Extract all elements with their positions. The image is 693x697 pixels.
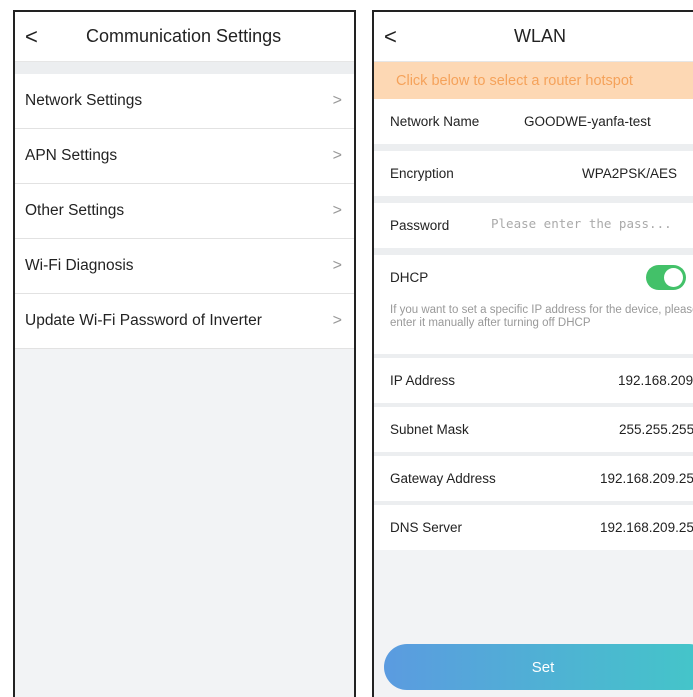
back-icon[interactable]: < [25, 24, 38, 50]
apn-settings-item[interactable]: APN Settings > [15, 129, 354, 184]
ip-address-value[interactable]: 192.168.209. [618, 373, 693, 388]
encryption-row[interactable]: Encryption WPA2PSK/AES ⌄ [374, 151, 693, 196]
menu-item-label: Wi-Fi Diagnosis [25, 257, 134, 274]
row-label: IP Address [390, 373, 456, 388]
select-hotspot-banner[interactable]: Click below to select a router hotspot [374, 62, 693, 99]
dhcp-toggle[interactable] [646, 265, 686, 290]
toggle-knob [664, 268, 683, 287]
password-input[interactable] [491, 216, 693, 231]
back-icon[interactable]: < [384, 24, 397, 50]
subnet-mask-row: Subnet Mask 255.255.255. [374, 407, 693, 452]
row-label: Password [390, 218, 450, 233]
row-label: DHCP [390, 270, 429, 285]
set-button[interactable]: Set [384, 644, 693, 690]
divider [15, 62, 354, 74]
row-label: Encryption [390, 166, 454, 181]
menu-item-label: APN Settings [25, 147, 118, 164]
network-name-value: GOODWE-yanfa-test [524, 114, 651, 129]
chevron-right-icon: > [332, 147, 342, 164]
chevron-right-icon: > [332, 92, 342, 109]
dhcp-row: DHCP [374, 255, 693, 300]
password-row: Password ✕ [374, 203, 693, 248]
gateway-address-value[interactable]: 192.168.209.25 [600, 471, 693, 486]
network-settings-item[interactable]: Network Settings > [15, 74, 354, 129]
nav-bar: < Communication Settings [15, 12, 354, 62]
menu-item-label: Network Settings [25, 92, 143, 109]
subnet-mask-value[interactable]: 255.255.255. [619, 422, 693, 437]
nav-bar: < WLAN [374, 12, 693, 62]
page-title: WLAN [514, 26, 567, 46]
dns-server-value[interactable]: 192.168.209.25 [600, 520, 693, 535]
chevron-right-icon: > [332, 257, 342, 274]
divider [374, 248, 693, 255]
wifi-diagnosis-item[interactable]: Wi-Fi Diagnosis > [15, 239, 354, 294]
row-label: Network Name [390, 114, 480, 129]
wlan-screen: < WLAN Click below to select a router ho… [372, 10, 693, 697]
dns-server-row: DNS Server 192.168.209.25 [374, 505, 693, 550]
chevron-right-icon: > [332, 202, 342, 219]
dhcp-hint-text: If you want to set a specific IP address… [374, 300, 693, 354]
gateway-address-row: Gateway Address 192.168.209.25 [374, 456, 693, 501]
page-title: Communication Settings [86, 26, 282, 46]
update-wifi-password-item[interactable]: Update Wi-Fi Password of Inverter > [15, 294, 354, 349]
menu-item-label: Update Wi-Fi Password of Inverter [25, 312, 262, 329]
chevron-right-icon: > [332, 312, 342, 329]
divider [374, 196, 693, 203]
menu-item-label: Other Settings [25, 202, 125, 219]
divider [374, 144, 693, 151]
other-settings-item[interactable]: Other Settings > [15, 184, 354, 239]
network-name-row[interactable]: Network Name GOODWE-yanfa-test ⌄ [374, 99, 693, 144]
encryption-value: WPA2PSK/AES [582, 166, 678, 181]
row-label: DNS Server [390, 520, 463, 535]
row-label: Subnet Mask [390, 422, 469, 437]
communication-settings-screen: < Communication Settings Network Setting… [13, 10, 356, 697]
ip-address-row: IP Address 192.168.209. [374, 358, 693, 403]
row-label: Gateway Address [390, 471, 496, 486]
